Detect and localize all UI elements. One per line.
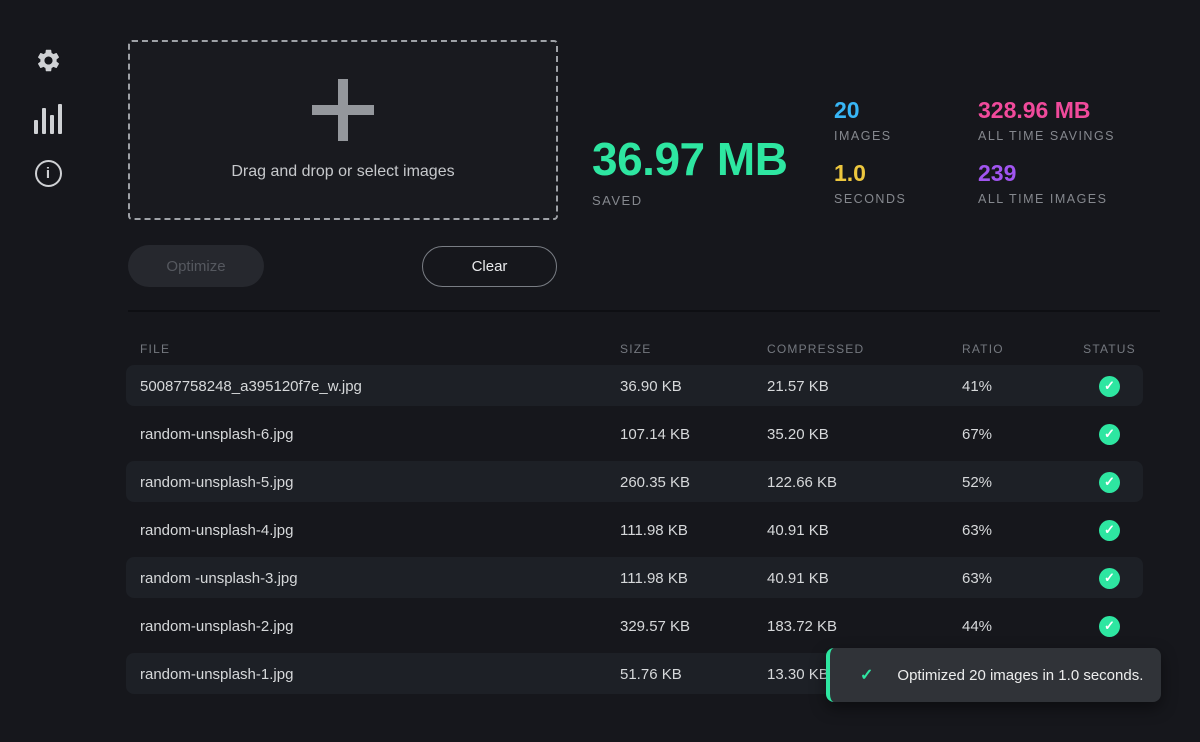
saved-stat: 36.97 MB SAVED	[592, 134, 787, 208]
header-ratio: RATIO	[962, 342, 1076, 356]
toast-notification[interactable]: ✓ Optimized 20 images in 1.0 seconds.	[826, 648, 1161, 702]
table-row: random -unsplash-3.jpg 111.98 KB 40.91 K…	[126, 554, 1143, 602]
session-stats: 20 IMAGES 1.0 SECONDS	[834, 96, 906, 222]
cell-size: 107.14 KB	[620, 426, 767, 443]
saved-label: SAVED	[592, 193, 787, 208]
header-size: SIZE	[620, 342, 767, 356]
all-time-savings-label: ALL TIME SAVINGS	[978, 129, 1115, 143]
check-circle-icon: ✓	[1099, 424, 1120, 445]
section-divider	[128, 310, 1160, 312]
table-header: FILE SIZE COMPRESSED RATIO STATUS	[126, 336, 1143, 362]
cell-file: random-unsplash-2.jpg	[140, 618, 620, 635]
optimize-button[interactable]: Optimize	[128, 245, 264, 287]
check-circle-icon: ✓	[1099, 616, 1120, 637]
cell-compressed: 183.72 KB	[767, 618, 962, 635]
cell-size: 36.90 KB	[620, 378, 767, 395]
cell-ratio: 52%	[962, 474, 1076, 491]
check-circle-icon: ✓	[1099, 520, 1120, 541]
header-status: STATUS	[1076, 342, 1143, 356]
cell-size: 111.98 KB	[620, 522, 767, 539]
about-button[interactable]: i	[32, 156, 64, 190]
bar-chart-icon	[34, 102, 62, 134]
table-row: random-unsplash-4.jpg 111.98 KB 40.91 KB…	[126, 506, 1143, 554]
dropzone-label: Drag and drop or select images	[231, 163, 454, 181]
seconds-value: 1.0	[834, 159, 906, 189]
cell-size: 260.35 KB	[620, 474, 767, 491]
clear-button[interactable]: Clear	[422, 246, 557, 287]
dropzone[interactable]: Drag and drop or select images	[128, 40, 558, 220]
cell-file: random -unsplash-3.jpg	[140, 570, 620, 587]
cell-file: random-unsplash-4.jpg	[140, 522, 620, 539]
cell-ratio: 63%	[962, 522, 1076, 539]
cell-compressed: 40.91 KB	[767, 570, 962, 587]
cell-ratio: 44%	[962, 618, 1076, 635]
cell-ratio: 63%	[962, 570, 1076, 587]
settings-button[interactable]	[32, 46, 64, 80]
table-row: random-unsplash-5.jpg 260.35 KB 122.66 K…	[126, 458, 1143, 506]
cell-ratio: 41%	[962, 378, 1076, 395]
cell-size: 329.57 KB	[620, 618, 767, 635]
cell-compressed: 21.57 KB	[767, 378, 962, 395]
info-icon: i	[35, 160, 62, 187]
cell-compressed: 40.91 KB	[767, 522, 962, 539]
cell-ratio: 67%	[962, 426, 1076, 443]
results-table: FILE SIZE COMPRESSED RATIO STATUS 500877…	[126, 336, 1143, 698]
plus-icon	[312, 79, 374, 141]
cell-compressed: 35.20 KB	[767, 426, 962, 443]
cell-size: 111.98 KB	[620, 570, 767, 587]
table-row: random-unsplash-2.jpg 329.57 KB 183.72 K…	[126, 602, 1143, 650]
cell-compressed: 122.66 KB	[767, 474, 962, 491]
cell-file: random-unsplash-1.jpg	[140, 666, 620, 683]
check-circle-icon: ✓	[1099, 568, 1120, 589]
table-row: 50087758248_a395120f7e_w.jpg 36.90 KB 21…	[126, 362, 1143, 410]
header-compressed: COMPRESSED	[767, 342, 962, 356]
all-time-images-value: 239	[978, 159, 1115, 189]
sidebar: i	[0, 0, 96, 742]
toast-message: Optimized 20 images in 1.0 seconds.	[897, 667, 1143, 684]
header-file: FILE	[140, 342, 620, 356]
all-time-savings-value: 328.96 MB	[978, 96, 1115, 126]
images-count-value: 20	[834, 96, 906, 126]
images-count-label: IMAGES	[834, 129, 906, 143]
cell-file: 50087758248_a395120f7e_w.jpg	[140, 378, 620, 395]
seconds-label: SECONDS	[834, 192, 906, 206]
check-circle-icon: ✓	[1099, 472, 1120, 493]
cell-file: random-unsplash-5.jpg	[140, 474, 620, 491]
cell-size: 51.76 KB	[620, 666, 767, 683]
saved-value: 36.97 MB	[592, 134, 787, 185]
all-time-images-label: ALL TIME IMAGES	[978, 192, 1115, 206]
check-icon: ✓	[860, 665, 873, 685]
cell-file: random-unsplash-6.jpg	[140, 426, 620, 443]
check-circle-icon: ✓	[1099, 376, 1120, 397]
all-time-stats: 328.96 MB ALL TIME SAVINGS 239 ALL TIME …	[978, 96, 1115, 222]
gear-icon	[35, 47, 62, 79]
table-row: random-unsplash-6.jpg 107.14 KB 35.20 KB…	[126, 410, 1143, 458]
stats-button[interactable]	[32, 101, 64, 135]
